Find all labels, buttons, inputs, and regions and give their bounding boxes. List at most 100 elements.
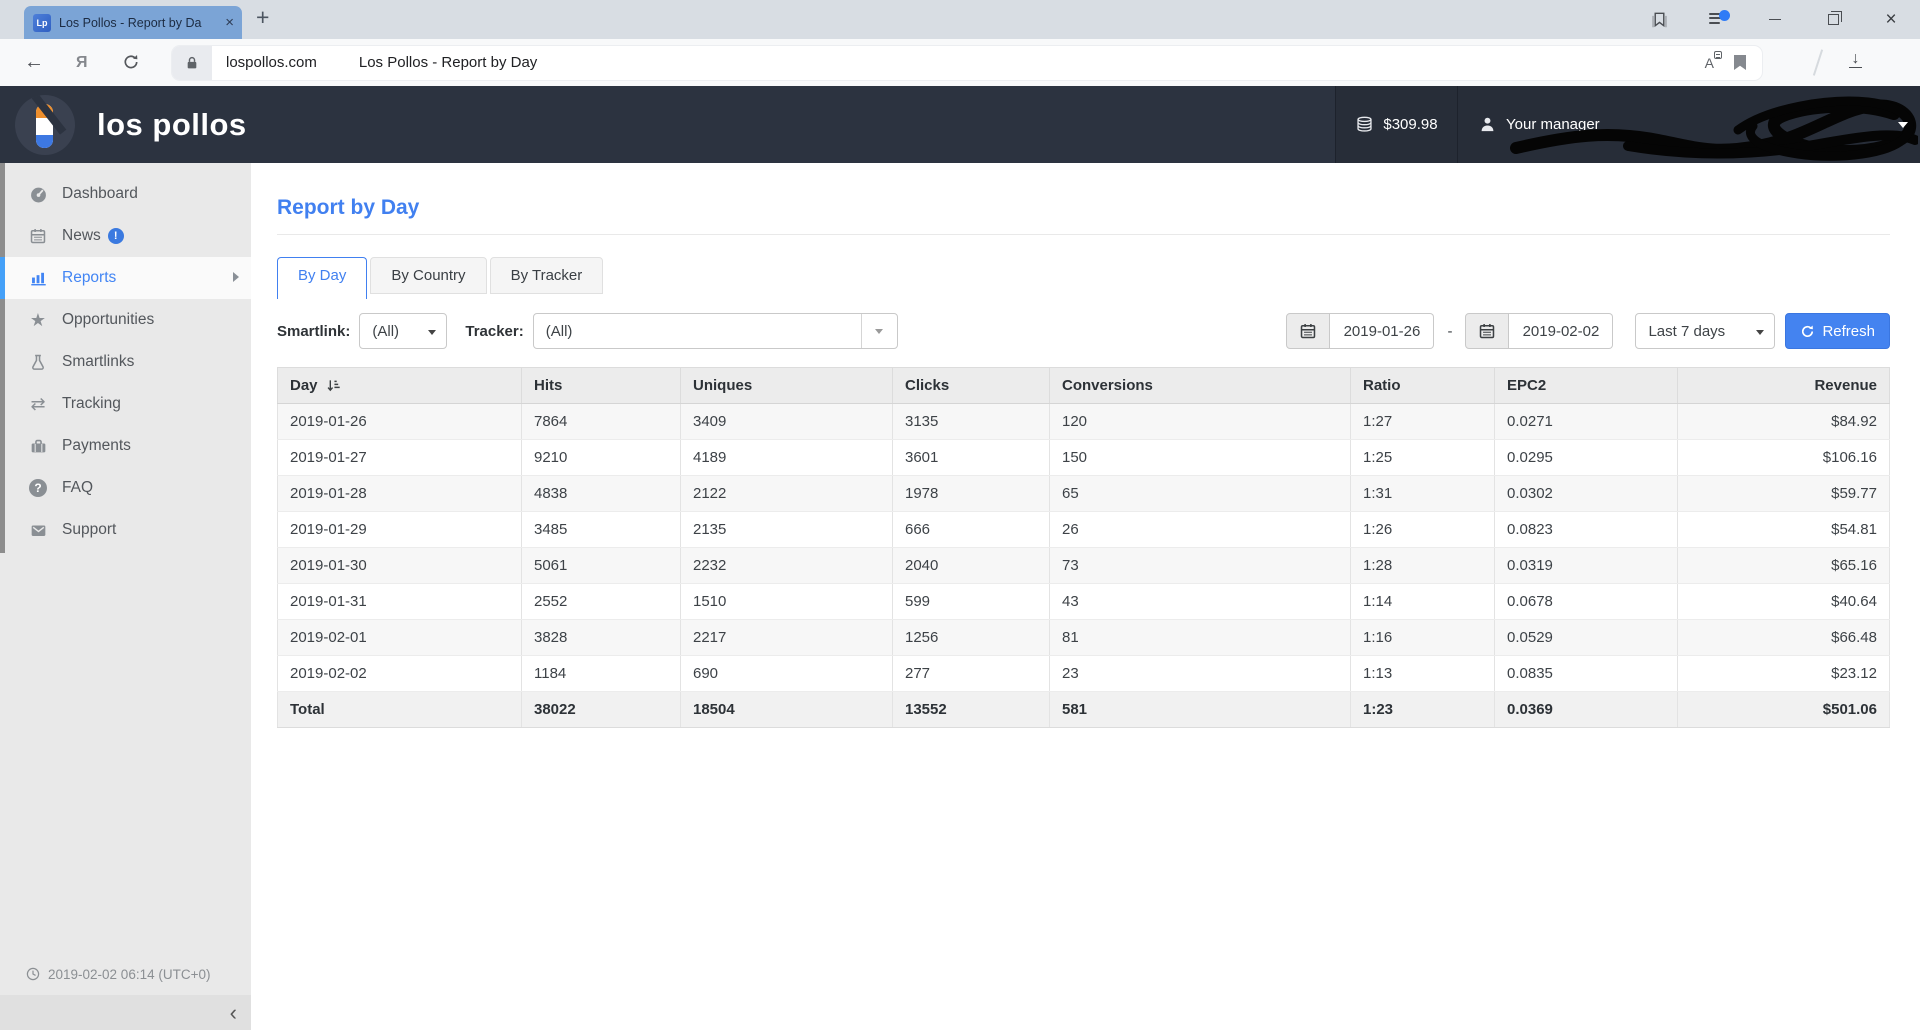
column-header-epc2[interactable]: EPC2 <box>1495 368 1678 404</box>
cell-clicks: 1978 <box>893 476 1050 512</box>
sidebar-item-label: Opportunities <box>62 311 154 329</box>
bar-chart-icon <box>27 269 49 288</box>
cell-hits: 5061 <box>522 548 681 584</box>
balance-amount: $309.98 <box>1383 116 1437 133</box>
cell-uniques: 18504 <box>681 692 893 728</box>
table-row: 2019-01-279210418936011501:250.0295$106.… <box>278 440 1890 476</box>
cell-ratio: 1:13 <box>1351 656 1495 692</box>
bookmark-icon[interactable] <box>1734 55 1746 70</box>
cell-day: 2019-01-30 <box>278 548 522 584</box>
table-row: 2019-02-021184690277231:130.0835$23.12 <box>278 656 1890 692</box>
sidebar-item-label: News <box>62 227 101 245</box>
cell-clicks: 666 <box>893 512 1050 548</box>
tab-by-day[interactable]: By Day <box>277 257 367 299</box>
app-header: los pollos $309.98 Your manager <box>0 86 1920 163</box>
sidebar-item-opportunities[interactable]: ★ Opportunities <box>0 299 251 341</box>
cell-revenue: $59.77 <box>1678 476 1890 512</box>
reload-button[interactable] <box>122 53 140 76</box>
sidebar-item-label: Dashboard <box>62 185 138 203</box>
arrows-icon: ⇄ <box>27 394 49 415</box>
table-total-row: Total3802218504135525811:230.0369$501.06 <box>278 692 1890 728</box>
date-range-select[interactable]: Last 7 days <box>1635 313 1775 349</box>
sidebar-item-smartlinks[interactable]: Smartlinks <box>0 341 251 383</box>
url-domain[interactable]: lospollos.com <box>226 54 317 71</box>
ssl-lock-button[interactable] <box>172 46 212 80</box>
cell-clicks: 277 <box>893 656 1050 692</box>
manager-menu[interactable]: Your manager <box>1457 86 1920 163</box>
date-from-calendar-button[interactable] <box>1286 313 1330 349</box>
redaction-scribble <box>1510 94 1918 163</box>
window-restore-button[interactable] <box>1804 0 1862 39</box>
window-close-button[interactable]: × <box>1862 0 1920 39</box>
column-header-hits[interactable]: Hits <box>522 368 681 404</box>
cell-ratio: 1:27 <box>1351 404 1495 440</box>
cell-conversions: 120 <box>1050 404 1351 440</box>
column-header-uniques[interactable]: Uniques <box>681 368 893 404</box>
address-bar[interactable]: lospollos.com Los Pollos - Report by Day… <box>172 46 1762 80</box>
coins-icon <box>1355 115 1374 134</box>
bookmark-panel-icon <box>1650 10 1669 29</box>
sidebar-item-reports[interactable]: Reports <box>0 257 251 299</box>
date-from-input[interactable] <box>1330 313 1434 349</box>
sidebar-item-label: Payments <box>62 437 131 455</box>
column-header-conversions[interactable]: Conversions <box>1050 368 1351 404</box>
tracker-dropdown-button[interactable] <box>861 314 897 348</box>
cell-uniques: 2232 <box>681 548 893 584</box>
date-to-input[interactable] <box>1509 313 1613 349</box>
window-minimize-button[interactable] <box>1746 0 1804 39</box>
browser-menu-button[interactable] <box>1688 0 1746 39</box>
cell-epc2: 0.0302 <box>1495 476 1678 512</box>
hamburger-menu-icon <box>1709 13 1726 26</box>
cell-ratio: 1:23 <box>1351 692 1495 728</box>
sidebar-item-faq[interactable]: ? FAQ <box>0 467 251 509</box>
tab-close-icon[interactable]: × <box>225 14 234 31</box>
lospollos-logo[interactable] <box>15 95 75 155</box>
cell-hits: 4838 <box>522 476 681 512</box>
sidebar-item-payments[interactable]: Payments <box>0 425 251 467</box>
cell-conversions: 73 <box>1050 548 1351 584</box>
yandex-search-button[interactable]: Я <box>76 54 88 72</box>
tab-by-tracker[interactable]: By Tracker <box>490 257 604 294</box>
bookmark-panel-button[interactable] <box>1630 0 1688 39</box>
browser-toolbar: ← Я lospollos.com Los Pollos - Report by… <box>0 39 1920 86</box>
refresh-button[interactable]: Refresh <box>1785 313 1890 349</box>
browser-tabstrip: Lp Los Pollos - Report by Da × + × <box>0 0 1920 39</box>
report-table-body: 2019-01-267864340931351201:270.0271$84.9… <box>278 404 1890 728</box>
smartlink-select[interactable]: (All) <box>359 313 447 349</box>
tracker-value: (All) <box>534 323 861 340</box>
toolbar-divider <box>1812 49 1822 75</box>
column-header-day[interactable]: Day <box>278 368 522 404</box>
sidebar-item-label: Smartlinks <box>62 353 134 371</box>
cell-uniques: 1510 <box>681 584 893 620</box>
collapse-sidebar-button[interactable]: ‹ <box>230 1003 237 1023</box>
sidebar-item-tracking[interactable]: ⇄ Tracking <box>0 383 251 425</box>
tab-by-country[interactable]: By Country <box>370 257 486 294</box>
column-header-revenue[interactable]: Revenue <box>1678 368 1890 404</box>
cell-hits: 38022 <box>522 692 681 728</box>
cell-hits: 3485 <box>522 512 681 548</box>
filter-bar: Smartlink: (All) Tracker: (All) <box>277 313 1890 349</box>
news-alert-badge: ! <box>108 228 124 244</box>
cell-ratio: 1:26 <box>1351 512 1495 548</box>
chevron-down-icon <box>875 329 883 334</box>
tracker-label: Tracker: <box>465 323 523 340</box>
tracker-combobox[interactable]: (All) <box>533 313 898 349</box>
logo-text[interactable]: los pollos <box>97 107 247 143</box>
browser-tab[interactable]: Lp Los Pollos - Report by Da × <box>24 6 242 39</box>
sidebar-item-label: Support <box>62 521 116 539</box>
back-button[interactable]: ← <box>24 51 44 74</box>
downloads-button[interactable]: ↓ <box>1849 51 1862 68</box>
translate-button[interactable]: A <box>1705 55 1714 71</box>
sort-amount-icon <box>326 378 341 393</box>
column-header-ratio[interactable]: Ratio <box>1351 368 1495 404</box>
briefcase-icon <box>27 437 49 456</box>
date-to-calendar-button[interactable] <box>1465 313 1509 349</box>
new-tab-button[interactable]: + <box>256 4 269 31</box>
sidebar-item-dashboard[interactable]: Dashboard <box>0 173 251 215</box>
sidebar-item-support[interactable]: Support <box>0 509 251 551</box>
question-icon: ? <box>27 479 49 497</box>
cell-day: 2019-02-01 <box>278 620 522 656</box>
sidebar-item-news[interactable]: News ! <box>0 215 251 257</box>
column-header-clicks[interactable]: Clicks <box>893 368 1050 404</box>
balance-button[interactable]: $309.98 <box>1335 86 1457 163</box>
